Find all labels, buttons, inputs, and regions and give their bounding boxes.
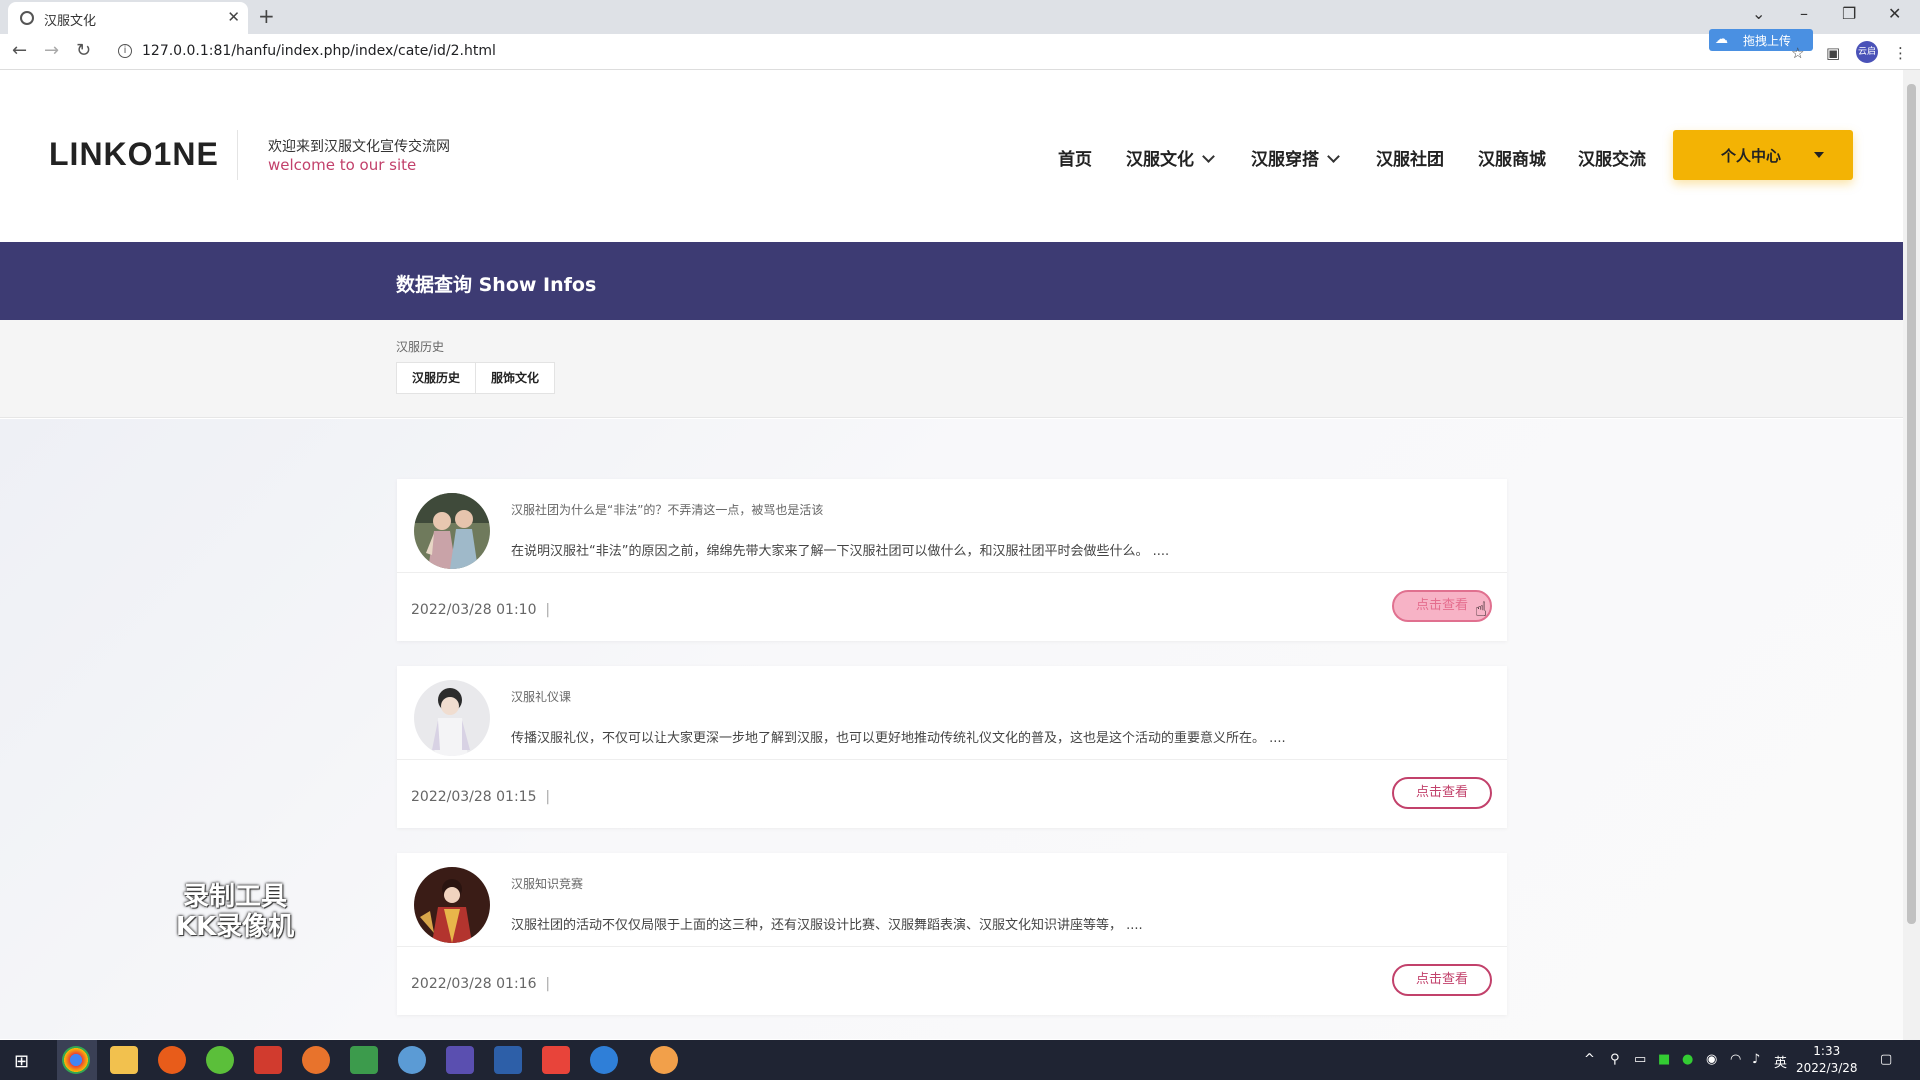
tab-costume-culture[interactable]: 服饰文化 (476, 363, 554, 393)
tab-title: 汉服文化 (44, 14, 97, 29)
windows-start-icon[interactable]: ⊞ (14, 1051, 29, 1072)
view-article-button[interactable]: 点击查看 (1392, 964, 1492, 996)
site-logo[interactable]: LINKO1NE (49, 136, 219, 173)
header-divider (237, 130, 238, 180)
baidu-netdisk-icon[interactable] (398, 1046, 426, 1074)
side-panel-icon[interactable]: ▣ (1826, 44, 1840, 62)
nav-hanfu-outfits[interactable]: 汉服穿搭 (1251, 145, 1340, 170)
back-icon[interactable]: ← (12, 40, 27, 61)
tray-expand-icon[interactable]: ^ (1584, 1052, 1595, 1067)
article-thumbnail[interactable] (414, 493, 490, 569)
browser-app-icon[interactable] (590, 1046, 618, 1074)
article-title[interactable]: 汉服社团为什么是“非法”的？不弄清这一点，被骂也是活该 (511, 501, 823, 518)
recorder-app-icon[interactable] (650, 1046, 678, 1074)
minimize-button[interactable]: – (1800, 4, 1808, 23)
article-date: 2022/03/28 01:10 | (411, 602, 551, 618)
article-title[interactable]: 汉服知识竞赛 (511, 875, 583, 892)
nav-hanfu-clubs[interactable]: 汉服社团 (1376, 145, 1444, 170)
chrome-icon[interactable] (62, 1046, 90, 1074)
search-app-icon[interactable] (158, 1046, 186, 1074)
reload-icon[interactable]: ↻ (76, 40, 91, 61)
notepad-icon[interactable] (350, 1046, 378, 1074)
nav-hanfu-mall[interactable]: 汉服商城 (1478, 145, 1546, 170)
volume-icon[interactable]: ♪ (1752, 1052, 1760, 1067)
new-tab-button[interactable]: + (258, 4, 275, 28)
caret-down-icon (1814, 152, 1824, 158)
hand-cursor-icon: ☝ (1474, 597, 1487, 621)
site-header: LINKO1NE 欢迎来到汉服文化宣传交流网 welcome to our si… (0, 70, 1903, 242)
taskbar-clock[interactable]: 1:33 2022/3/28 (1796, 1043, 1858, 1077)
tagline-en: welcome to our site (268, 156, 417, 174)
nav-hanfu-exchange[interactable]: 汉服交流 (1578, 145, 1646, 170)
chevron-down-icon (1202, 150, 1215, 163)
article-thumbnail[interactable] (414, 680, 490, 756)
article-date: 2022/03/28 01:16 | (411, 976, 551, 992)
page-title: 数据查询 Show Infos (396, 274, 597, 296)
view-article-button[interactable]: 点击查看 (1392, 777, 1492, 809)
tray-search-icon[interactable]: ⚲ (1610, 1052, 1620, 1067)
page-scrollbar[interactable] (1903, 70, 1920, 1040)
cloud-icon: ☁ (1715, 32, 1728, 47)
category-tabs: 汉服历史 服饰文化 (396, 362, 556, 394)
recorder-watermark: 录制工具 KK录像机 (175, 882, 295, 942)
wps-icon[interactable] (254, 1046, 282, 1074)
current-category-label: 汉服历史 (396, 340, 445, 354)
nav-home[interactable]: 首页 (1058, 145, 1092, 170)
wechat-icon[interactable]: ● (1682, 1052, 1693, 1067)
category-subnav: 汉服历史 汉服历史 服饰文化 (0, 320, 1903, 418)
database-app-icon[interactable] (494, 1046, 522, 1074)
site-info-icon[interactable]: i (118, 44, 132, 58)
wifi-icon[interactable]: ◠ (1730, 1052, 1741, 1067)
tagline-cn: 欢迎来到汉服文化宣传交流网 (268, 139, 450, 155)
scrollbar-thumb[interactable] (1907, 84, 1916, 924)
windows-taskbar: ⊞ ^ ⚲ ▭ ■ ● ◉ ◠ ♪ 英 1:33 2022/3/28 ▢ (0, 1040, 1920, 1080)
article-summary: 在说明汉服社“非法”的原因之前，绵绵先带大家来了解一下汉服社团可以做什么，和汉服… (511, 544, 1170, 559)
media-app-icon[interactable] (302, 1046, 330, 1074)
address-bar[interactable]: 127.0.0.1:81/hanfu/index.php/index/cate/… (142, 43, 496, 59)
article-title[interactable]: 汉服礼仪课 (511, 688, 571, 705)
browser-toolbar: ← → ↻ i 127.0.0.1:81/hanfu/index.php/ind… (0, 34, 1920, 70)
forward-icon[interactable]: → (44, 40, 59, 61)
close-window-button[interactable]: ✕ (1888, 4, 1901, 23)
article-card: 汉服知识竞赛 汉服社团的活动不仅仅局限于上面的这三种，还有汉服设计比赛、汉服舞蹈… (397, 853, 1507, 1015)
article-card: 汉服礼仪课 传播汉服礼仪，不仅可以让大家更深一步地了解到汉服，也可以更好地推动传… (397, 666, 1507, 828)
restore-button[interactable]: ❐ (1842, 4, 1856, 23)
profile-avatar[interactable]: 云启 (1856, 41, 1878, 63)
card-body: 汉服社团为什么是“非法”的？不弄清这一点，被骂也是活该 在说明汉服社“非法”的原… (397, 479, 1507, 573)
personal-center-button[interactable]: 个人中心 (1673, 130, 1853, 180)
article-summary: 汉服社团的活动不仅仅局限于上面的这三种，还有汉服设计比赛、汉服舞蹈表演、汉服文化… (511, 918, 1143, 933)
article-card: 汉服社团为什么是“非法”的？不弄清这一点，被骂也是活该 在说明汉服社“非法”的原… (397, 479, 1507, 641)
green-app-icon[interactable] (206, 1046, 234, 1074)
tab-search-icon[interactable]: ⌄ (1752, 4, 1765, 23)
qq-icon[interactable]: ◉ (1706, 1052, 1717, 1067)
chevron-down-icon (1327, 150, 1340, 163)
article-date: 2022/03/28 01:15 | (411, 789, 551, 805)
red-app-icon[interactable] (542, 1046, 570, 1074)
nav-hanfu-culture[interactable]: 汉服文化 (1126, 145, 1215, 170)
painter-app-icon[interactable] (446, 1046, 474, 1074)
close-tab-icon[interactable]: ✕ (227, 8, 240, 26)
globe-icon (20, 11, 34, 25)
browser-tab[interactable]: 汉服文化 ✕ (8, 2, 248, 34)
tray-device-icon[interactable]: ▭ (1634, 1052, 1646, 1067)
article-summary: 传播汉服礼仪，不仅可以让大家更深一步地了解到汉服，也可以更好地推动传统礼仪文化的… (511, 731, 1286, 746)
page-banner: 数据查询 Show Infos (0, 242, 1903, 320)
card-body: 汉服知识竞赛 汉服社团的活动不仅仅局限于上面的这三种，还有汉服设计比赛、汉服舞蹈… (397, 853, 1507, 947)
notification-icon[interactable]: ▢ (1880, 1052, 1892, 1067)
card-body: 汉服礼仪课 传播汉服礼仪，不仅可以让大家更深一步地了解到汉服，也可以更好地推动传… (397, 666, 1507, 760)
ime-indicator[interactable]: 英 (1774, 1052, 1787, 1071)
browser-tab-bar: 汉服文化 ✕ + ⌄ – ❐ ✕ (0, 0, 1920, 34)
tray-green-icon[interactable]: ■ (1658, 1052, 1670, 1067)
article-thumbnail[interactable] (414, 867, 490, 943)
tab-hanfu-history[interactable]: 汉服历史 (397, 363, 477, 393)
browser-menu-icon[interactable]: ⋮ (1893, 44, 1908, 62)
bookmark-star-icon[interactable]: ☆ (1791, 44, 1804, 62)
file-explorer-icon[interactable] (110, 1046, 138, 1074)
baidu-upload-label: 拖拽上传 (1743, 34, 1792, 48)
